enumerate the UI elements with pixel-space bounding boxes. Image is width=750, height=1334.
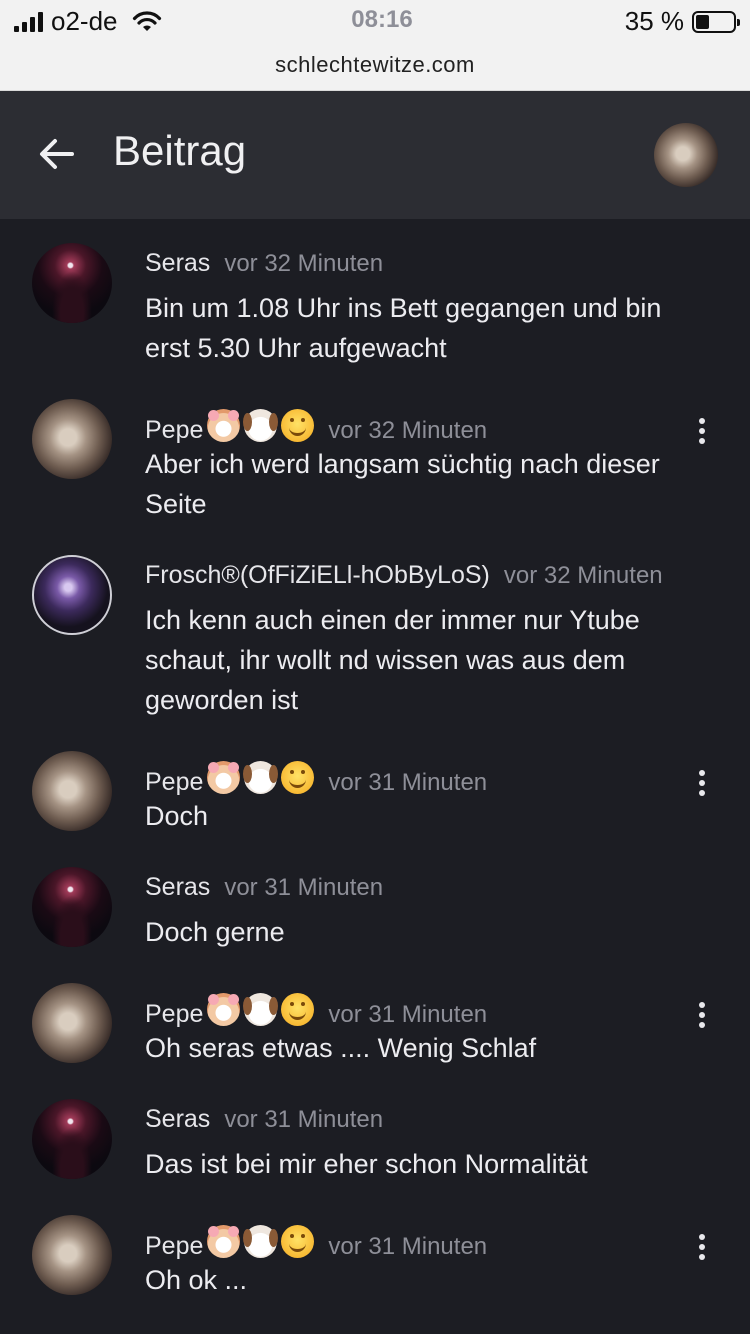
- dog-face-icon: [243, 993, 279, 1026]
- comment-author[interactable]: Seras: [145, 249, 210, 278]
- comment-meta: Seras vor 31 Minuten: [145, 1105, 383, 1134]
- comment-text: Doch gerne: [145, 917, 285, 947]
- comment-author[interactable]: Pepe: [145, 416, 203, 445]
- author-emojis: [207, 761, 315, 794]
- comment-meta: Frosch®(OfFiZiELl-hObByLoS) vor 32 Minut…: [145, 561, 663, 590]
- page-title: Beitrag: [113, 127, 247, 174]
- more-options-icon[interactable]: [684, 1227, 720, 1267]
- smiling-face-icon: [281, 993, 315, 1026]
- comment-time: vor 31 Minuten: [328, 769, 488, 796]
- hamster-face-icon: [207, 409, 241, 442]
- battery-percent: 35 %: [624, 6, 684, 36]
- comment-text: Aber ich werd langsam süchtig nach diese…: [145, 449, 660, 519]
- comment-time: vor 31 Minuten: [328, 1233, 488, 1260]
- comment-text: Doch: [145, 801, 209, 831]
- avatar[interactable]: [32, 867, 112, 947]
- hamster-face-icon: [207, 993, 241, 1026]
- more-options-icon[interactable]: [684, 995, 720, 1035]
- smiling-face-icon: [281, 409, 315, 442]
- comment-time: vor 32 Minuten: [224, 250, 384, 277]
- comment-meta: Seras vor 32 Minuten: [145, 249, 383, 278]
- avatar[interactable]: [32, 243, 112, 323]
- back-arrow-icon[interactable]: [34, 131, 80, 177]
- avatar[interactable]: [32, 399, 112, 479]
- hamster-face-icon: [207, 1225, 241, 1258]
- author-emojis: [207, 993, 315, 1026]
- comment-time: vor 31 Minuten: [328, 1001, 488, 1028]
- comment-meta: Pepe vor 31 Minuten: [145, 757, 487, 797]
- more-options-icon[interactable]: [684, 411, 720, 451]
- app-header: Beitrag: [0, 91, 750, 219]
- avatar[interactable]: [32, 555, 112, 635]
- dog-face-icon: [243, 761, 279, 794]
- user-avatar[interactable]: [654, 123, 718, 187]
- battery-status: 35 %: [624, 6, 740, 37]
- comment-text: Oh ok ...: [145, 1265, 248, 1295]
- comment-time: vor 32 Minuten: [503, 562, 663, 589]
- avatar[interactable]: [32, 751, 112, 831]
- comment-text: Ich kenn auch einen der immer nur Ytube …: [145, 605, 640, 715]
- comment-meta: Pepe vor 31 Minuten: [145, 1221, 487, 1261]
- avatar[interactable]: [32, 1215, 112, 1295]
- comment-author[interactable]: Seras: [145, 1105, 210, 1134]
- comment-time: vor 31 Minuten: [224, 874, 384, 901]
- battery-icon: [692, 10, 740, 33]
- comment-text: Oh seras etwas .... Wenig Schlaf: [145, 1033, 537, 1063]
- comment-time: vor 32 Minuten: [328, 417, 488, 444]
- comment-time: vor 31 Minuten: [224, 1106, 384, 1133]
- comment-meta: Seras vor 31 Minuten: [145, 873, 383, 902]
- comment-author[interactable]: Seras: [145, 873, 210, 902]
- comment-author[interactable]: Frosch®(OfFiZiELl-hObByLoS): [145, 561, 490, 590]
- status-bar: o2-de 08:16 35 %: [0, 0, 750, 40]
- author-emojis: [207, 1225, 315, 1258]
- more-options-icon[interactable]: [684, 763, 720, 803]
- url-bar[interactable]: schlechtewitze.com: [0, 40, 750, 91]
- hamster-face-icon: [207, 761, 241, 794]
- author-emojis: [207, 409, 315, 442]
- comment-author[interactable]: Pepe: [145, 1000, 203, 1029]
- dog-face-icon: [243, 409, 279, 442]
- comment-meta: Pepe vor 31 Minuten: [145, 989, 487, 1029]
- avatar[interactable]: [32, 1099, 112, 1179]
- avatar[interactable]: [32, 983, 112, 1063]
- comment-text: Das ist bei mir eher schon Normalität: [145, 1149, 588, 1179]
- comment-author[interactable]: Pepe: [145, 1232, 203, 1261]
- comment-text: Bin um 1.08 Uhr ins Bett gegangen und bi…: [145, 293, 662, 363]
- comment-author[interactable]: Pepe: [145, 768, 203, 797]
- smiling-face-icon: [281, 761, 315, 794]
- smiling-face-icon: [281, 1225, 315, 1258]
- dog-face-icon: [243, 1225, 279, 1258]
- comment-meta: Pepe vor 32 Minuten: [145, 405, 487, 445]
